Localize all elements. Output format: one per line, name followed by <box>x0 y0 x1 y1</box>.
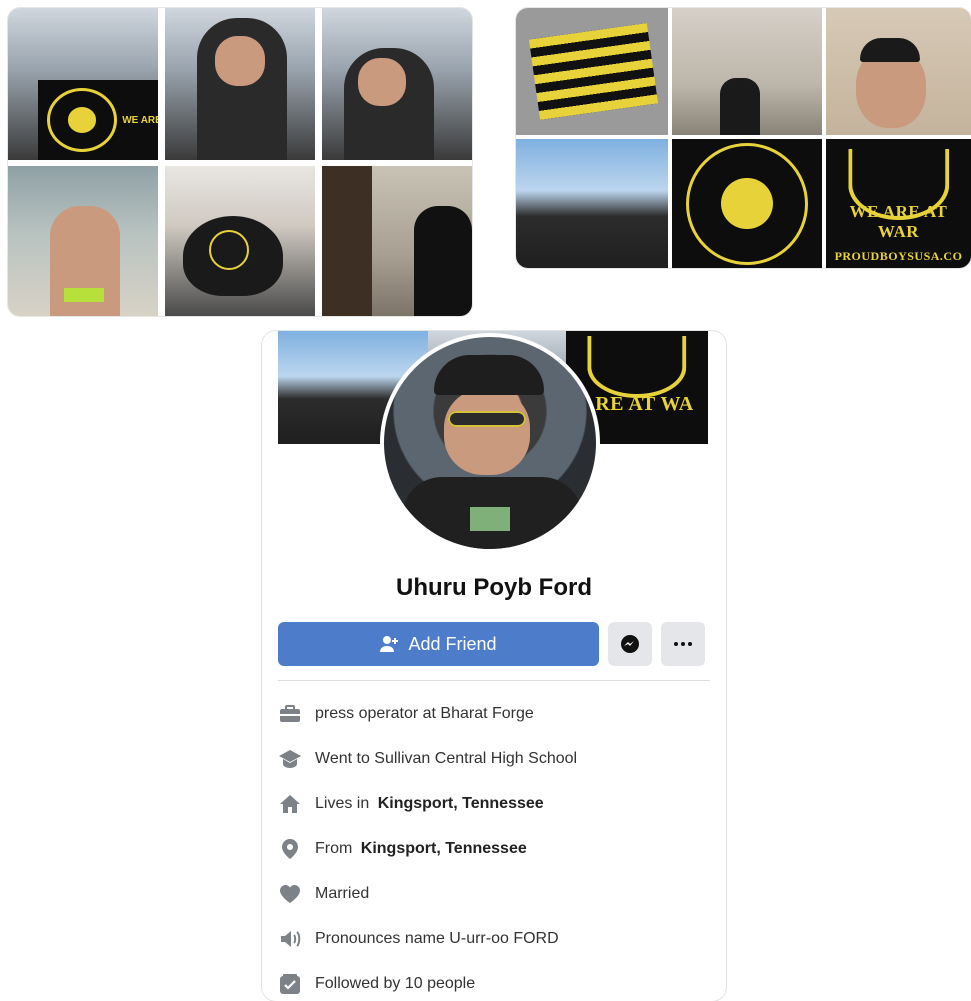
photo-thumb[interactable] <box>322 166 472 316</box>
intro-item-work: press operator at Bharat Forge <box>278 691 710 736</box>
photo-thumb[interactable]: WE ARE <box>8 8 158 160</box>
photo-caption: PROUDBOYSUSA.CO <box>834 249 963 263</box>
intro-item-followers: Followed by 10 people <box>278 961 710 1001</box>
logo-image: WE ARE <box>122 80 158 160</box>
photo-thumb[interactable]: WE ARE AT WAR PROUDBOYSUSA.CO <box>826 139 971 268</box>
logo-core <box>67 107 97 133</box>
divider <box>278 680 710 681</box>
person-figure <box>720 78 760 135</box>
profile-avatar[interactable] <box>380 333 600 553</box>
intro-text-plain: From <box>315 839 357 857</box>
flag-image <box>529 23 658 120</box>
intro-item-lives: Lives in Kingsport, Tennessee <box>278 781 710 826</box>
photo-thumb[interactable] <box>516 139 668 268</box>
intro-text: Followed by 10 people <box>315 974 476 992</box>
shorts <box>64 288 104 302</box>
intro-item-from: From Kingsport, Tennessee <box>278 826 710 871</box>
intro-item-education: Went to Sullivan Central High School <box>278 736 710 781</box>
intro-text-bold: Kingsport, Tennessee <box>360 839 527 857</box>
profile-name: Uhuru Poyb Ford <box>396 574 592 601</box>
briefcase-icon <box>278 702 302 726</box>
logo-ring <box>46 88 118 152</box>
intro-item-relationship: Married <box>278 871 710 916</box>
intro-text: Married <box>315 884 370 902</box>
photo-thumb[interactable] <box>322 8 472 160</box>
doorway <box>322 166 372 316</box>
logo-core <box>721 177 773 230</box>
avatar-face <box>444 389 530 475</box>
intro-text: Lives in Kingsport, Tennessee <box>315 795 544 813</box>
more-options-button[interactable] <box>661 622 705 666</box>
graduation-cap-icon <box>278 747 302 771</box>
intro-text-bold: Kingsport, Tennessee <box>377 794 544 812</box>
person-face <box>215 36 265 86</box>
followers-icon <box>278 972 302 996</box>
logo-ring <box>686 142 808 265</box>
home-icon <box>278 792 302 816</box>
photo-thumb[interactable] <box>165 166 315 316</box>
photo-caption: WE ARE <box>122 114 158 126</box>
avatar-patch <box>470 507 510 531</box>
laurel-emblem <box>587 335 687 398</box>
messenger-icon <box>620 634 640 654</box>
add-friend-button[interactable]: Add Friend <box>278 622 599 666</box>
photo-thumb[interactable] <box>672 8 822 135</box>
intro-text: Pronounces name U-urr-oo FORD <box>315 929 559 947</box>
photo-grid-right: WE ARE AT WAR PROUDBOYSUSA.CO <box>516 8 971 268</box>
photo-grid-left: WE ARE <box>8 8 472 316</box>
messenger-button[interactable] <box>608 622 652 666</box>
speaker-icon <box>278 927 302 951</box>
intro-item-pronunciation: Pronounces name U-urr-oo FORD <box>278 916 710 961</box>
add-person-icon <box>380 635 408 653</box>
profile-actions: Add Friend <box>278 622 710 666</box>
photo-caption: WE ARE AT WAR <box>849 202 948 241</box>
profile-card: ARE AT WA Uhuru Poyb Ford Add Friend pre… <box>262 331 726 1001</box>
photo-thumb[interactable] <box>516 8 668 135</box>
photo-thumb[interactable] <box>8 166 158 316</box>
helmet-logo <box>209 230 249 270</box>
photo-thumb[interactable] <box>672 139 822 268</box>
cap <box>860 38 920 62</box>
more-icon <box>674 642 692 646</box>
heart-icon <box>278 882 302 906</box>
avatar-sunglasses <box>448 411 526 427</box>
add-friend-label: Add Friend <box>408 633 497 654</box>
intro-list: press operator at Bharat Forge Went to S… <box>278 691 710 1001</box>
person-face <box>358 58 406 106</box>
logo-image <box>38 80 126 160</box>
photo-thumb[interactable] <box>826 8 971 135</box>
intro-text: From Kingsport, Tennessee <box>315 840 527 858</box>
location-pin-icon <box>278 837 302 861</box>
intro-text-plain: Lives in <box>315 794 374 812</box>
intro-text: Went to Sullivan Central High School <box>315 749 578 767</box>
photo-thumb[interactable] <box>165 8 315 160</box>
intro-text: press operator at Bharat Forge <box>315 704 534 722</box>
person-figure <box>414 206 472 316</box>
avatar-cap <box>434 355 544 395</box>
